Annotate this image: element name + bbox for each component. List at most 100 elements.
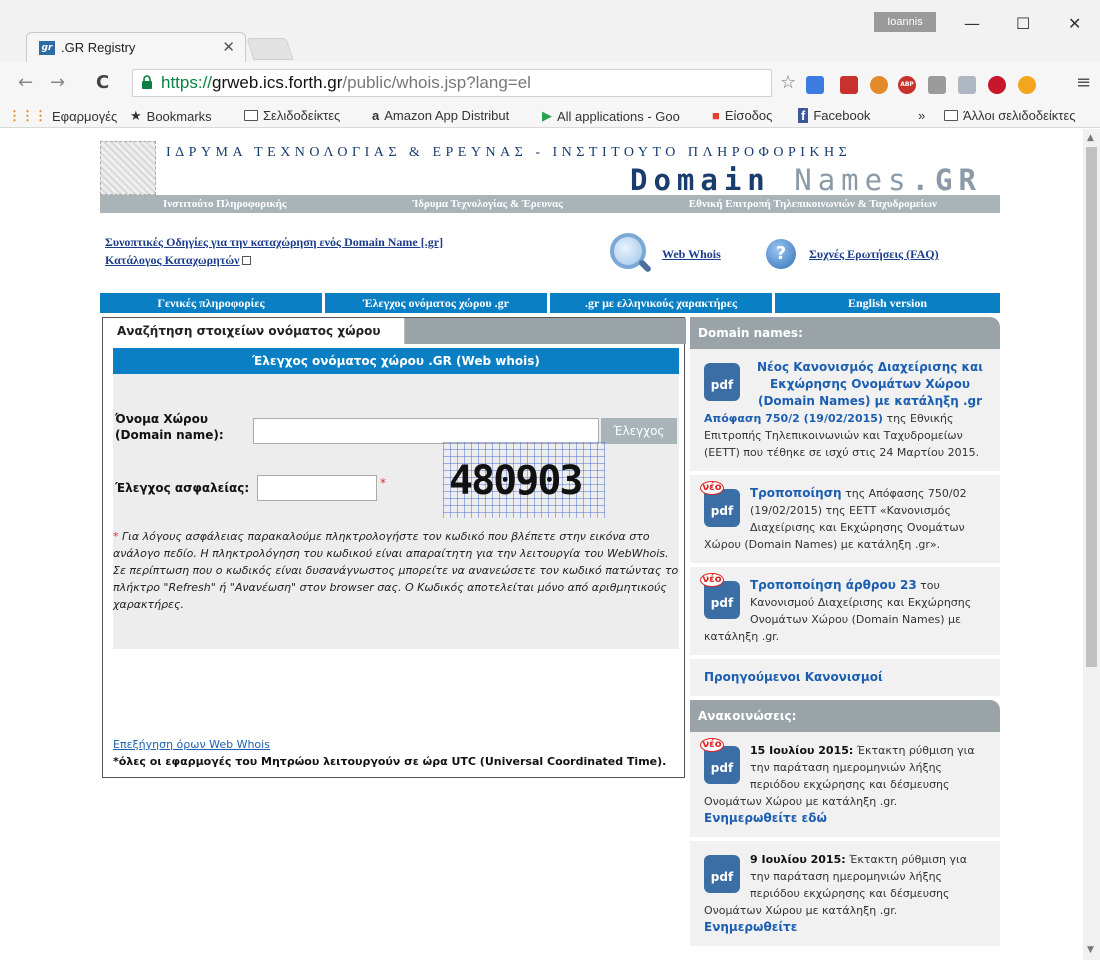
facebook-icon: f	[798, 108, 809, 123]
bookmark-other[interactable]: Άλλοι σελιδοδείκτες	[944, 108, 1076, 123]
bookmark-login[interactable]: ■ Είσοδος	[712, 108, 772, 123]
announcement-item[interactable]: pdf 9 Ιουλίου 2015: Έκτακτη ρύθμιση για …	[690, 841, 1000, 950]
grey-extension-icon[interactable]	[928, 76, 946, 94]
tab-title: .GR Registry	[61, 40, 136, 55]
whois-form-panel: Έλεγχος ονόματος χώρου .GR (Web whois) Ό…	[113, 348, 679, 649]
bookmarks-bar: ⋮⋮⋮ Εφαρμογές ★ Bookmarks Σελιδοδείκτες aA…	[0, 104, 1100, 128]
main-navigation: Γενικές πληροφορίες Έλεγχος ονόματος χώρ…	[100, 293, 1000, 313]
whois-terms-link[interactable]: Επεξήγηση όρων Web Whois	[113, 738, 270, 751]
red-extension-icon[interactable]	[840, 76, 858, 94]
external-link-icon	[241, 256, 251, 265]
captcha-instructions: * Για λόγους ασφάλειας παρακαλούμε πληκτ…	[113, 530, 679, 611]
browser-toolbar: ← → C https://grweb.ics.forth.gr/public/…	[0, 62, 1100, 104]
news-item-regulation[interactable]: pdf Νέος Κανονισμός Διαχείρισης και Εκχώ…	[690, 349, 1000, 475]
regulation-title[interactable]: Νέος Κανονισμός Διαχείρισης και Εκχώρηση…	[704, 359, 990, 410]
security-check-label: Έλεγχος ασφαλείας:	[115, 481, 250, 495]
gr-favicon-icon: gr	[39, 41, 55, 55]
translate-extension-icon[interactable]	[806, 76, 824, 94]
institute-crest-logo	[100, 141, 156, 195]
bookmark-google-play[interactable]: ▶ All applications - Goo	[542, 108, 680, 124]
new-pdf-icon[interactable]: νέο pdf	[700, 573, 740, 619]
domain-name-input[interactable]	[253, 418, 599, 444]
sound-extension-icon[interactable]	[1018, 76, 1036, 94]
new-badge: νέο	[700, 738, 724, 752]
tab-general-info[interactable]: Γενικές πληροφορίες	[100, 293, 322, 313]
news-item-amendment[interactable]: νέο pdf Τροποποίηση της Απόφασης 750/02 (…	[690, 475, 1000, 567]
required-marker: *	[380, 476, 386, 490]
web-whois-link[interactable]: Web Whois	[662, 247, 721, 262]
maximize-icon[interactable]: ☐	[1016, 14, 1030, 33]
pdf-icon[interactable]: pdf	[704, 363, 740, 401]
announcement-date: 9 Ιουλίου 2015:	[750, 853, 846, 866]
announcement-item[interactable]: νέο pdf 15 Ιουλίου 2015: Έκτακτη ρύθμιση …	[690, 732, 1000, 841]
play-icon: ▶	[542, 108, 552, 123]
bookmark-apps[interactable]: ⋮⋮⋮ Εφαρμογές	[8, 108, 117, 124]
vertical-scrollbar[interactable]: ▲ ▼	[1083, 129, 1100, 960]
partner-ics[interactable]: Ινστιτούτο Πληροφορικής	[163, 198, 287, 210]
tab-greek-characters[interactable]: .gr με ελληνικούς χαρακτήρες	[550, 293, 772, 313]
news-item-article23[interactable]: νέο pdf Τροποποίηση άρθρου 23 του Κανονισ…	[690, 567, 1000, 659]
site-header: ΙΔΡΥΜΑ ΤΕΧΝΟΛΟΓΙΑΣ & ΕΡΕΥΝΑΣ - ΙΝΣΤΙΤΟΥΤ…	[100, 141, 1000, 197]
tab-english-version[interactable]: English version	[775, 293, 1000, 313]
pdf-icon[interactable]: pdf	[704, 855, 740, 893]
amendment-link[interactable]: Τροποποίηση	[750, 486, 842, 500]
previous-regulations-link[interactable]: Προηγούμενοι Κανονισμοί	[704, 670, 883, 684]
read-more-link[interactable]: Ενημερωθείτε εδώ	[704, 811, 827, 825]
decision-link[interactable]: Απόφαση 750/2 (19/02/2015)	[704, 412, 883, 425]
lock-icon	[142, 75, 152, 89]
close-tab-icon[interactable]: ✕	[222, 38, 235, 56]
profile-badge[interactable]: Ioannis	[874, 12, 936, 32]
star-icon: ★	[130, 108, 142, 123]
registration-guide-link[interactable]: Συνοπτικές Οδηγίες για την καταχώρηση εν…	[105, 235, 443, 249]
bookmark-bookmarks[interactable]: ★ Bookmarks	[130, 108, 212, 124]
partner-eett[interactable]: Εθνική Επιτροπή Τηλεπικοινωνιών & Ταχυδρ…	[689, 198, 937, 210]
domain-names-header: Domain names:	[690, 317, 1000, 349]
url-text: https://grweb.ics.forth.gr/public/whois.…	[161, 73, 531, 92]
scroll-down-icon[interactable]: ▼	[1087, 945, 1094, 955]
new-tab-button[interactable]	[246, 38, 294, 60]
menu-icon[interactable]: ≡	[1076, 72, 1091, 93]
back-icon[interactable]: ←	[18, 72, 33, 93]
whois-form-container: Αναζήτηση στοιχείων ονόματος χώρου .GR Έ…	[102, 317, 686, 778]
scrollbar-thumb[interactable]	[1086, 147, 1097, 667]
record-icon[interactable]	[988, 76, 1006, 94]
utc-notice: *όλες οι εφαρμογές του Μητρώου λειτουργο…	[113, 755, 667, 768]
tab-domain-search[interactable]: Αναζήτηση στοιχείων ονόματος χώρου .GR	[103, 318, 405, 364]
info-links: Συνοπτικές Οδηγίες για την καταχώρηση εν…	[105, 235, 443, 271]
tab-strip-filler	[405, 318, 686, 344]
read-more-link[interactable]: Ενημερωθείτε	[704, 920, 797, 934]
announcements-header: Ανακοινώσεις:	[690, 700, 1000, 732]
bookmark-amazon[interactable]: a Amazon App Distribut	[372, 108, 509, 123]
bookmark-facebook[interactable]: f Facebook	[798, 108, 870, 123]
adblock-icon[interactable]: ABP	[898, 76, 916, 94]
check-button[interactable]: Έλεγχος	[601, 418, 677, 444]
close-window-icon[interactable]: ✕	[1068, 14, 1081, 33]
registrars-list-link[interactable]: Κατάλογος Καταχωρητών	[105, 253, 240, 267]
minimize-icon[interactable]: —	[964, 14, 980, 33]
orange-extension-icon[interactable]	[870, 76, 888, 94]
reload-icon[interactable]: C	[96, 72, 109, 93]
forward-icon[interactable]: →	[50, 72, 65, 93]
new-badge: νέο	[700, 481, 724, 495]
page-viewport: ΙΔΡΥΜΑ ΤΕΧΝΟΛΟΓΙΑΣ & ΕΡΕΥΝΑΣ - ΙΝΣΤΙΤΟΥΤ…	[0, 129, 1083, 960]
new-pdf-icon[interactable]: νέο pdf	[700, 738, 740, 784]
scroll-up-icon[interactable]: ▲	[1087, 133, 1094, 143]
news-sidebar: Domain names: pdf Νέος Κανονισμός Διαχεί…	[690, 317, 1000, 950]
previous-regulations[interactable]: Προηγούμενοι Κανονισμοί	[690, 659, 1000, 700]
article23-link[interactable]: Τροποποίηση άρθρου 23	[750, 578, 917, 592]
magnifier-icon	[610, 233, 646, 269]
bookmark-folder[interactable]: Σελιδοδείκτες	[244, 108, 340, 123]
captcha-input[interactable]	[257, 475, 377, 501]
address-bar[interactable]: https://grweb.ics.forth.gr/public/whois.…	[132, 69, 772, 97]
dropbox-icon[interactable]	[958, 76, 976, 94]
window-titlebar: gr .GR Registry ✕ Ioannis — ☐ ✕	[0, 0, 1100, 62]
browser-tab[interactable]: gr .GR Registry ✕	[26, 32, 246, 62]
partner-forth[interactable]: Ίδρυμα Τεχνολογίας & Έρευνας	[413, 198, 563, 210]
tab-domain-check[interactable]: Έλεγχος ονόματος χώρου .gr	[325, 293, 547, 313]
amazon-icon: a	[372, 108, 380, 123]
new-badge: νέο	[700, 573, 724, 587]
faq-link[interactable]: Συχνές Ερωτήσεις (FAQ)	[809, 247, 939, 262]
bookmark-star-icon[interactable]: ☆	[780, 72, 796, 93]
bookmarks-overflow[interactable]: »	[918, 108, 925, 123]
new-pdf-icon[interactable]: νέο pdf	[700, 481, 740, 527]
